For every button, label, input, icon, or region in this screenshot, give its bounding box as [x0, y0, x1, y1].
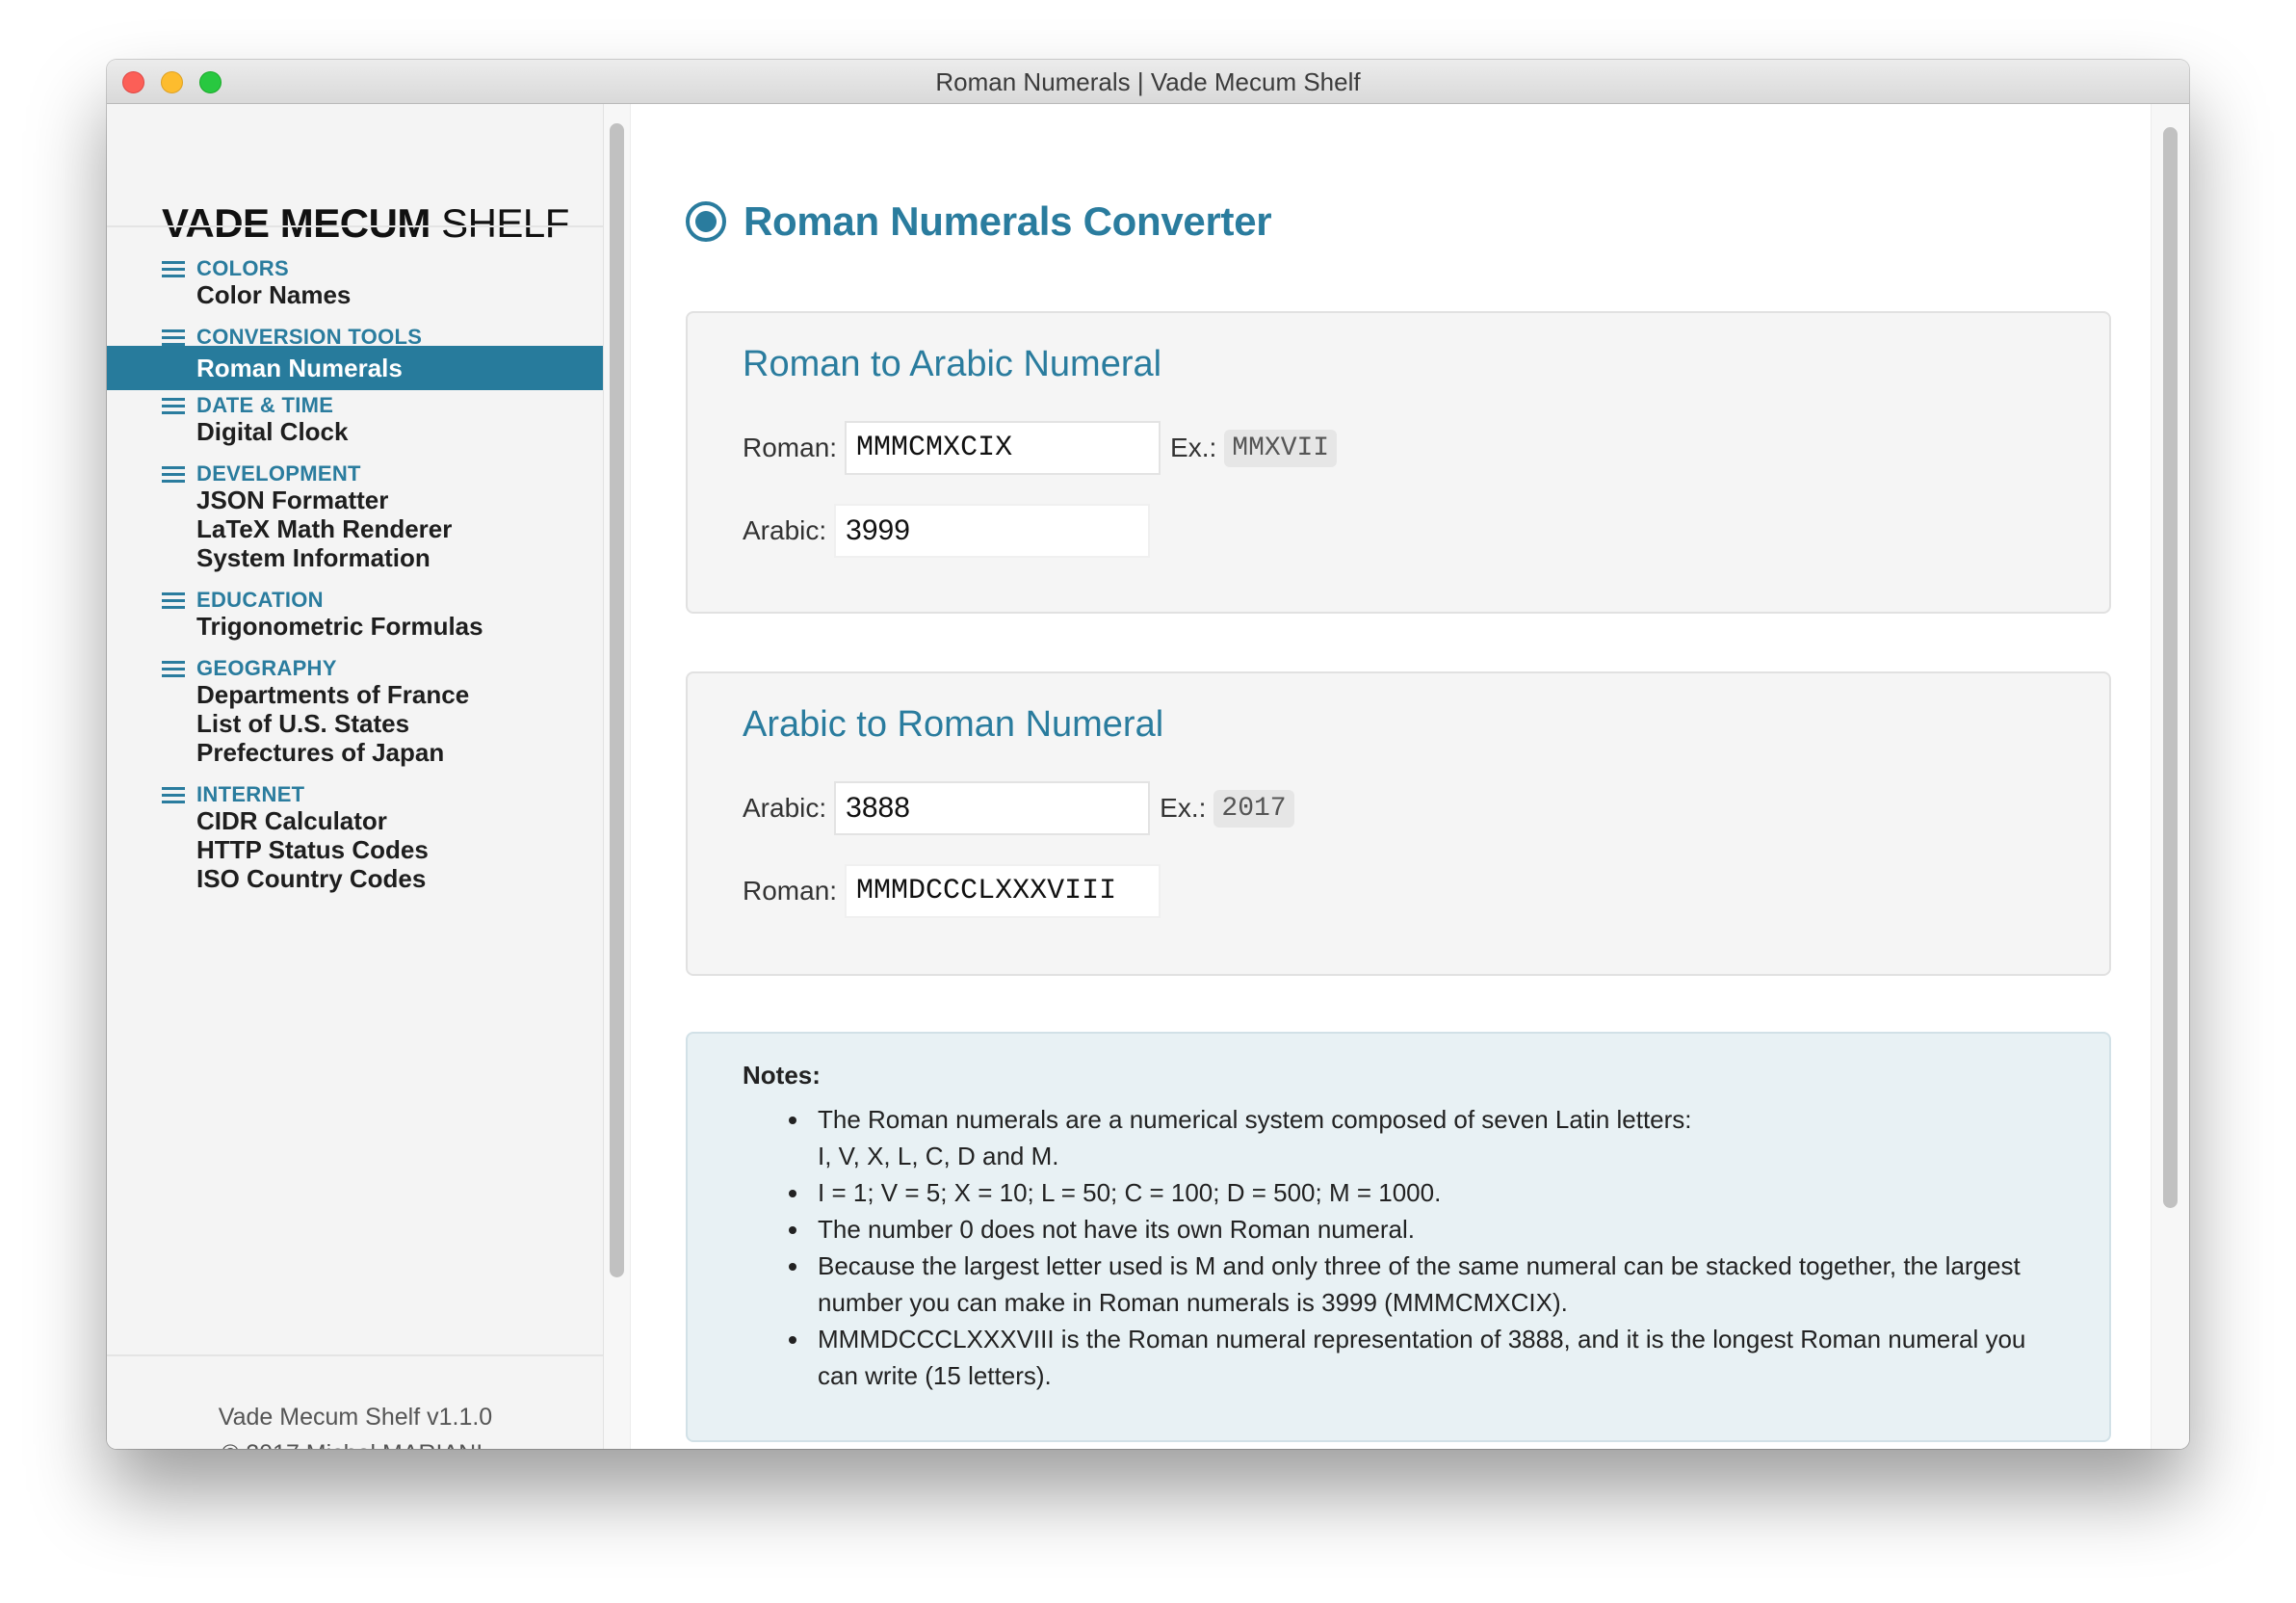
note-text: MMMDCCCLXXXVIII is the Roman numeral rep…	[818, 1325, 2026, 1390]
footer-version: Vade Mecum Shelf v1.1.0	[218, 1404, 493, 1431]
brand-strong: VADE MECUM	[162, 200, 430, 246]
app-window: Roman Numerals | Vade Mecum Shelf VADE M…	[107, 60, 2189, 1449]
roman-label: Roman:	[743, 876, 838, 906]
note-item: Because the largest letter used is M and…	[789, 1248, 2052, 1321]
arabic-to-roman-heading: Arabic to Roman Numeral	[743, 704, 1164, 745]
arabic-label: Arabic:	[743, 793, 827, 823]
example-value[interactable]: MMXVII	[1224, 429, 1338, 467]
main-scrollbar-thumb[interactable]	[2163, 127, 2178, 1208]
arabic-label: Arabic:	[743, 515, 827, 545]
example-value[interactable]: 2017	[1213, 789, 1294, 828]
roman-output: MMMDCCCLXXXVIII	[845, 864, 1161, 918]
note-text: Because the largest letter used is M and…	[818, 1251, 2021, 1317]
sidebar-divider	[107, 225, 603, 227]
sidebar: VADE MECUM SHELF COLORS Color Names CONV…	[107, 104, 604, 1449]
menu-icon	[162, 328, 185, 347]
footer-copyright: © 2017 Michel MARIANI.	[107, 1435, 603, 1449]
roman-to-arabic-panel: Roman to Arabic Numeral Roman: MMMCMXCIX…	[686, 311, 2111, 614]
arabic-output-row: Arabic: 3999	[743, 504, 1151, 558]
notes-title: Notes:	[743, 1061, 821, 1090]
note-item: I = 1; V = 5; X = 10; L = 50; C = 100; D…	[789, 1174, 2052, 1211]
page-title-text: Roman Numerals Converter	[744, 198, 1272, 244]
notes-list: The Roman numerals are a numerical syste…	[743, 1101, 2052, 1394]
arabic-output: 3999	[834, 504, 1151, 558]
note-text-line: The Roman numerals are a numerical syste…	[818, 1105, 1692, 1170]
arabic-input-row: Arabic: 3888 Ex.: 2017	[743, 781, 1294, 835]
sidebar-item-system-information[interactable]: System Information	[107, 536, 603, 580]
sidebar-item-roman-numerals[interactable]: Roman Numerals	[107, 346, 603, 390]
sidebar-item-color-names[interactable]: Color Names	[107, 273, 603, 317]
note-item: The Roman numerals are a numerical syste…	[789, 1101, 2052, 1174]
roman-input-row: Roman: MMMCMXCIX Ex.: MMXVII	[743, 421, 1338, 475]
note-item: The number 0 does not have its own Roman…	[789, 1211, 2052, 1248]
sidebar-item-prefectures-of-japan[interactable]: Prefectures of Japan	[107, 730, 603, 775]
arabic-to-roman-panel: Arabic to Roman Numeral Arabic: 3888 Ex.…	[686, 671, 2111, 976]
note-item: MMMDCCCLXXXVIII is the Roman numeral rep…	[789, 1321, 2052, 1394]
roman-output-row: Roman: MMMDCCCLXXXVIII	[743, 864, 1161, 918]
sidebar-footer-divider	[107, 1354, 603, 1356]
main-content: Roman Numerals Converter Roman to Arabic…	[632, 104, 2151, 1449]
sidebar-item-trigonometric-formulas[interactable]: Trigonometric Formulas	[107, 604, 603, 648]
example-label: Ex.:	[1170, 433, 1217, 462]
title-bar[interactable]: Roman Numerals | Vade Mecum Shelf	[107, 60, 2189, 104]
note-text: I = 1; V = 5; X = 10; L = 50; C = 100; D…	[818, 1178, 1442, 1207]
sidebar-item-iso-country-codes[interactable]: ISO Country Codes	[107, 856, 603, 901]
brand-light: SHELF	[441, 200, 569, 246]
notes-panel: Notes: The Roman numerals are a numerica…	[686, 1032, 2111, 1442]
example-label: Ex.:	[1160, 793, 1207, 823]
window-title: Roman Numerals | Vade Mecum Shelf	[935, 67, 1361, 96]
sidebar-scrollbar-thumb[interactable]	[610, 123, 624, 1277]
roman-input[interactable]: MMMCMXCIX	[845, 421, 1161, 475]
sidebar-item-digital-clock[interactable]: Digital Clock	[107, 409, 603, 454]
radio-button-icon	[686, 201, 726, 242]
arabic-input[interactable]: 3888	[834, 781, 1151, 835]
note-text: The number 0 does not have its own Roman…	[818, 1215, 1416, 1244]
roman-to-arabic-heading: Roman to Arabic Numeral	[743, 344, 1162, 384]
brand-logo: VADE MECUM SHELF	[162, 200, 569, 247]
page-title: Roman Numerals Converter	[686, 193, 1272, 250]
roman-label: Roman:	[743, 433, 838, 462]
